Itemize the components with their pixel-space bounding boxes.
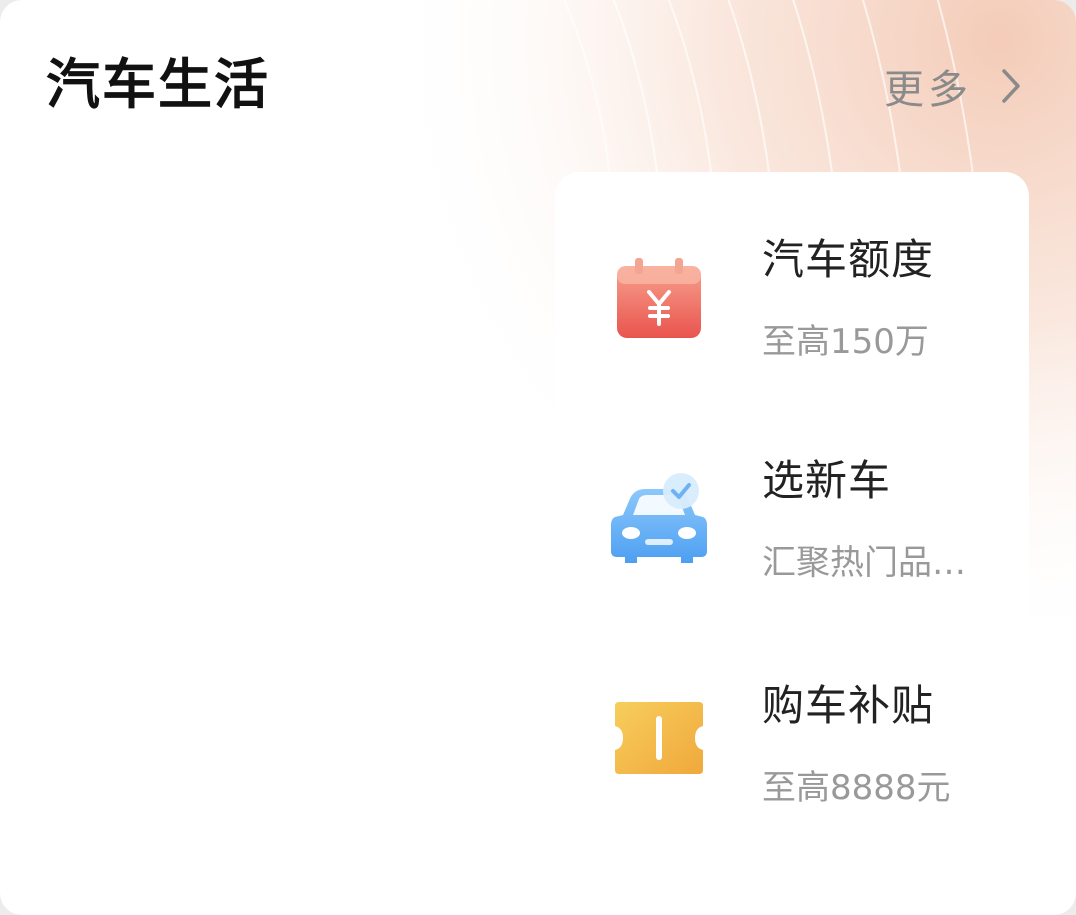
item-title: 购车补贴 xyxy=(762,681,935,730)
section-title: 汽车生活 xyxy=(46,53,270,116)
item-title: 选新车 xyxy=(762,456,892,505)
more-label: 更多 xyxy=(884,67,972,113)
item-subtitle: 至高150万 xyxy=(762,322,929,362)
more-link[interactable]: 更多 xyxy=(884,56,1026,116)
list-item-car-credit[interactable]: 汽车额度 至高150万 xyxy=(555,200,1029,390)
item-subtitle: 汇聚热门品牌新车 xyxy=(762,543,992,583)
list-item-subsidy[interactable]: 购车补贴 至高8888元 xyxy=(555,650,1029,840)
ticket-icon xyxy=(607,686,711,790)
item-title: 汽车额度 xyxy=(762,235,935,284)
list-item-new-car[interactable]: 选新车 汇聚热门品牌新车 xyxy=(555,425,1029,615)
chevron-right-icon xyxy=(996,66,1026,106)
item-subtitle: 至高8888元 xyxy=(762,768,951,808)
calendar-yuan-icon xyxy=(607,248,711,352)
car-check-icon xyxy=(607,467,711,571)
car-life-card: 汽车生活 更多 汽车额度 至高150万 选新车 汇聚热门品牌 购车补贴 至高88… xyxy=(0,0,1076,915)
